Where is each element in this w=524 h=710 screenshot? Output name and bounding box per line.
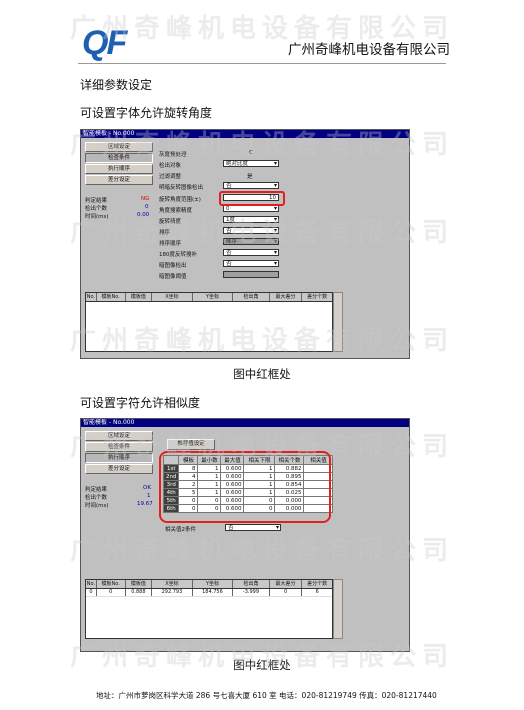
grid-header: 检出角 — [233, 580, 270, 588]
status-label: 时间(ms) — [85, 503, 109, 509]
window-titlebar: 智能模板 - No.000 — [81, 419, 409, 427]
execution-order-button[interactable]: 执行顺序 — [85, 453, 153, 463]
diff-setting-button[interactable]: 差分设定 — [85, 175, 153, 185]
grid-header: 模板值 — [126, 293, 153, 301]
param-label: 暗图像检出 — [159, 263, 187, 269]
results-grid: No. 模板No. 模板值 X坐标 Y坐标 检出角 最大差分 差分个数 0 0 … — [85, 579, 333, 639]
highlight-box — [219, 191, 285, 206]
section-heading-rotation: 可设置字体允许旋转角度 — [80, 106, 213, 120]
company-name: 广州奇峰机电设备有限公司 — [288, 42, 450, 58]
sort-order-select[interactable]: 降序 — [223, 238, 279, 245]
grid-cell: 6 — [315, 589, 319, 595]
status-label: 判定结果 — [85, 487, 108, 493]
param-label: 明暗反转图像检出 — [159, 185, 204, 191]
param-label: 过滤调整 — [159, 174, 182, 180]
reverse-search-select[interactable]: 否 — [223, 249, 279, 256]
status-value: 0.00 — [137, 212, 150, 218]
status-label: 检出个数 — [85, 495, 108, 501]
status-value: 19.67 — [137, 501, 153, 507]
angle-accuracy-select[interactable]: 0 — [223, 205, 279, 212]
check-condition-button[interactable]: 检查条件 — [85, 442, 153, 452]
grid-header: 模板值 — [126, 580, 153, 588]
param-label: 角度搜索精度 — [159, 208, 193, 214]
param-label: 检出对象 — [159, 163, 182, 169]
grid-header: X坐标 — [152, 580, 193, 588]
status-label: 时间(ms) — [85, 214, 109, 220]
grid-header: 模板No. — [97, 580, 126, 588]
highlight-box — [159, 451, 331, 523]
grid-header: No. — [86, 580, 97, 588]
grid-scrollbar[interactable] — [333, 292, 343, 352]
caption: 图中红框处 — [233, 658, 291, 672]
grid-cell: 292.793 — [152, 589, 193, 596]
diff-setting-button[interactable]: 差分设定 — [85, 464, 153, 474]
footer-contact: 地址：广州市萝岗区科学大道 286 号七喜大厦 610 室 电话：020-812… — [96, 691, 437, 700]
param-label: 旋转角度范围(±) — [159, 197, 201, 203]
grid-cell: 0 — [97, 589, 126, 596]
screenshot-rotation-settings: 智能模板 - No.000 区域设定 检查条件 执行顺序 差分设定 判定结果 N… — [80, 129, 410, 359]
status-value: NG — [141, 196, 150, 202]
status-label: 检出个数 — [85, 206, 108, 212]
dark-threshold-input[interactable] — [223, 271, 279, 278]
section-heading-similarity: 可设置字符允许相似度 — [80, 396, 201, 410]
grid-header: 差分个数 — [307, 294, 328, 300]
detect-target-select[interactable]: 绝对比度 — [223, 160, 279, 167]
grid-header: 最大差分 — [270, 293, 303, 301]
param-value: C — [249, 150, 253, 156]
grid-header: No. — [86, 293, 97, 301]
company-logo: QF — [82, 24, 127, 62]
table-row[interactable]: 0 0 0.888 292.793 184.756 -3.999 0 6 — [86, 589, 332, 597]
grid-header: Y坐标 — [193, 580, 234, 588]
recommend-setting-button[interactable]: 推荐值设定 — [167, 439, 215, 450]
grid-cell: 0 — [270, 589, 303, 596]
grid-scrollbar[interactable] — [333, 579, 343, 639]
param-label: 旋转精度 — [159, 219, 182, 225]
grid-cell: 0.888 — [126, 589, 153, 596]
rotation-precision-select[interactable]: 1度 — [223, 216, 279, 223]
invert-image-select[interactable]: 否 — [223, 182, 279, 189]
sort-select[interactable]: 否 — [223, 227, 279, 234]
status-value: OK — [143, 485, 151, 491]
check-condition-button[interactable]: 检查条件 — [85, 153, 153, 163]
param-label: 暗图像阈值 — [159, 274, 187, 280]
param-value: 是 — [247, 174, 253, 180]
grid-header: 模板No. — [97, 293, 126, 301]
screenshot-similarity-settings: 智能模板 - No.000 区域设定 检查条件 执行顺序 差分设定 推荐值设定 … — [80, 418, 410, 652]
grid-header: Y坐标 — [193, 293, 234, 301]
grid-header: 检出角 — [233, 293, 270, 301]
results-grid: No. 模板No. 模板值 X坐标 Y坐标 检出角 最大差分 差分个数 — [85, 292, 333, 352]
param-label: 排序 — [159, 230, 171, 236]
execution-order-button[interactable]: 执行顺序 — [85, 164, 153, 174]
status-value: 0 — [145, 204, 149, 210]
page-title: 详细参数设定 — [80, 78, 153, 92]
corr-condition-select[interactable]: 否 — [225, 524, 281, 531]
param-label: 180度反转搜补 — [159, 252, 197, 258]
dark-image-select[interactable]: 否 — [223, 260, 279, 267]
grid-cell: -3.999 — [233, 589, 270, 596]
area-setting-button[interactable]: 区域设定 — [85, 431, 153, 441]
area-setting-button[interactable]: 区域设定 — [85, 142, 153, 152]
grid-cell: 0 — [86, 589, 97, 596]
grid-cell: 184.756 — [193, 589, 234, 596]
caption: 图中红框处 — [233, 367, 291, 381]
window-titlebar: 智能模板 - No.000 — [81, 130, 409, 138]
status-label: 判定结果 — [85, 198, 108, 204]
grid-header: 差分个数 — [307, 581, 328, 587]
param-label: 灰度预处理 — [159, 152, 187, 158]
grid-header: X坐标 — [152, 293, 193, 301]
header-divider — [78, 63, 446, 64]
corr-condition-label: 相关值2条件 — [165, 527, 196, 533]
param-label: 排序顺序 — [159, 241, 182, 247]
grid-header: 最大差分 — [270, 580, 303, 588]
status-value: 1 — [147, 493, 151, 499]
